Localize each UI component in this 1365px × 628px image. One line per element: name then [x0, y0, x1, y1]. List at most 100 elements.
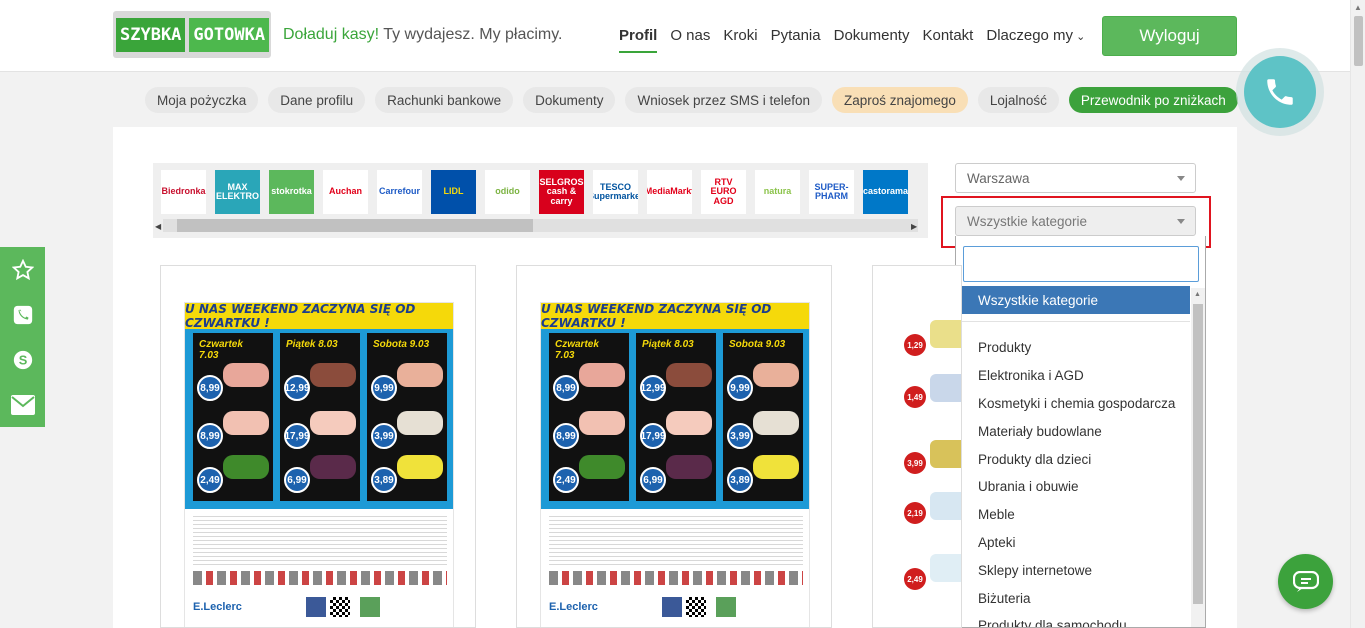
- flyer-day: Sobota 9.03: [373, 339, 430, 350]
- flyer-price: 9,99: [371, 375, 397, 401]
- shop-logo[interactable]: SUPER-PHARM: [809, 170, 854, 214]
- dropdown-scrollbar[interactable]: ▲: [1191, 288, 1205, 627]
- dropdown-option[interactable]: Sklepy internetowe: [978, 556, 1175, 584]
- city-select[interactable]: Warszawa: [955, 163, 1196, 193]
- main-nav: Profil O nas Kroki Pytania Dokumenty Kon…: [619, 27, 1098, 53]
- shop-logo[interactable]: LIDL: [431, 170, 476, 214]
- dropdown-option[interactable]: Apteki: [978, 529, 1175, 557]
- ribs-image: [310, 363, 356, 387]
- flyer-price: 12,99: [640, 375, 666, 401]
- logo[interactable]: SZYBKA GOTOWKA: [113, 11, 271, 58]
- mushrooms-image: [397, 411, 443, 435]
- tagline: Doładuj kasy! Ty wydajesz. My płacimy.: [283, 26, 563, 44]
- dropdown-option[interactable]: Meble: [978, 501, 1175, 529]
- shop-logo[interactable]: Auchan: [323, 170, 368, 214]
- flyer-title: U NAS WEEKEND ZACZYNA SIĘ OD CZWARTKU !: [185, 302, 416, 330]
- shops-scrollbar[interactable]: [163, 219, 918, 232]
- shop-logo-label: Auchan: [328, 186, 362, 197]
- flyer-brand-logos: [549, 571, 803, 585]
- meat-image: [223, 411, 269, 435]
- dropdown-option-selected[interactable]: Wszystkie kategorie: [957, 286, 1190, 314]
- pork-image: [397, 363, 443, 387]
- flyer-price: 2,49: [904, 568, 926, 590]
- shop-logo-label: Biedronka: [161, 186, 206, 197]
- shop-logo[interactable]: Biedronka: [161, 170, 206, 214]
- dropdown-option[interactable]: Materiały budowlane: [978, 417, 1175, 445]
- subnav-dokumenty[interactable]: Dokumenty: [523, 87, 616, 113]
- nav-kroki[interactable]: Kroki: [723, 27, 757, 50]
- favorite-star-icon[interactable]: [0, 247, 45, 292]
- flyer-brand: E.Leclerc: [193, 601, 242, 613]
- page-scrollbar[interactable]: ▲: [1350, 0, 1365, 628]
- logout-button[interactable]: Wyloguj: [1102, 16, 1237, 56]
- shop-logo[interactable]: Carrefour: [377, 170, 422, 214]
- shop-logo[interactable]: stokrotka: [269, 170, 314, 214]
- nav-pytania[interactable]: Pytania: [771, 27, 821, 50]
- dropdown-option[interactable]: Ubrania i obuwie: [978, 473, 1175, 501]
- flyer-price: 9,99: [727, 375, 753, 401]
- email-icon[interactable]: [0, 382, 45, 427]
- grapes-image: [666, 455, 712, 479]
- subnav-lojalnosc[interactable]: Lojalność: [977, 87, 1059, 113]
- shop-logo[interactable]: castorama: [863, 170, 908, 214]
- flyer-day: Czwartek 7.03: [199, 339, 243, 361]
- nav-kontakt[interactable]: Kontakt: [922, 27, 973, 50]
- flyer-price: 3,89: [371, 467, 397, 493]
- dropdown-option[interactable]: Biżuteria: [978, 584, 1175, 612]
- shop-logo-label: LIDL: [443, 186, 464, 197]
- flyer-price: 6,99: [284, 467, 310, 493]
- category-search-input[interactable]: [963, 246, 1199, 282]
- grapes-image: [310, 455, 356, 479]
- shops-scroll-thumb[interactable]: [177, 219, 533, 232]
- subnav-wniosek-sms[interactable]: Wniosek przez SMS i telefon: [625, 87, 823, 113]
- meat-image: [223, 363, 269, 387]
- dropdown-scroll-thumb[interactable]: [1193, 304, 1203, 604]
- shop-logo[interactable]: SELGROS cash & carry: [539, 170, 584, 214]
- category-dropdown: Wszystkie kategorie Produkty Elektronika…: [955, 236, 1206, 628]
- call-button[interactable]: [1236, 48, 1324, 136]
- flyer-price: 2,19: [904, 502, 926, 524]
- subnav-zapros-znajomego[interactable]: Zaproś znajomego: [832, 87, 968, 113]
- flyer-price: 8,99: [197, 423, 223, 449]
- shop-logo[interactable]: TESCO Supermarket: [593, 170, 638, 214]
- dropdown-option[interactable]: Kosmetyki i chemia gospodarcza: [978, 390, 1175, 418]
- page-scroll-thumb[interactable]: [1354, 16, 1363, 66]
- scroll-up-arrow-icon[interactable]: ▲: [1354, 3, 1362, 12]
- flyer-price: 3,99: [727, 423, 753, 449]
- chicken-image: [666, 411, 712, 435]
- skype-icon[interactable]: S: [0, 337, 45, 382]
- shop-logo-label: SUPER-PHARM: [814, 181, 849, 201]
- flyer-price: 6,99: [640, 467, 666, 493]
- dropdown-option[interactable]: Produkty dla dzieci: [978, 445, 1175, 473]
- shop-logo[interactable]: odido: [485, 170, 530, 214]
- scroll-up-arrow-icon[interactable]: ▲: [1194, 291, 1201, 298]
- subnav-moja-pozyczka[interactable]: Moja pożyczka: [145, 87, 259, 113]
- flyer-card[interactable]: 1,29 1,49 3,99 2,19 2,49: [872, 265, 962, 628]
- phone-icon[interactable]: [0, 292, 45, 337]
- flyer-day: Piątek 8.03: [286, 339, 338, 350]
- tagline-text: Ty wydajesz. My płacimy.: [379, 26, 563, 43]
- dropdown-option[interactable]: Elektronika i AGD: [978, 362, 1175, 390]
- nav-dlaczego-my[interactable]: Dlaczego my ⌄: [986, 27, 1085, 50]
- caret-down-icon: [1177, 176, 1185, 181]
- nav-profil[interactable]: Profil: [619, 27, 658, 53]
- nav-o-nas[interactable]: O nas: [670, 27, 710, 50]
- subnav-dane-profilu[interactable]: Dane profilu: [268, 87, 366, 113]
- shop-logo[interactable]: RTV EURO AGD: [701, 170, 746, 214]
- flyer-card[interactable]: U NAS WEEKEND ZACZYNA SIĘ OD CZWARTKU ! …: [516, 265, 832, 628]
- subnav-rachunki-bankowe[interactable]: Rachunki bankowe: [375, 87, 514, 113]
- tagline-highlight: Doładuj kasy!: [283, 26, 380, 43]
- pefc-icon: [715, 597, 736, 617]
- shop-logo[interactable]: MAX ELEKTRO: [215, 170, 260, 214]
- subnav-przewodnik[interactable]: Przewodnik po zniżkach: [1068, 87, 1238, 113]
- chat-button[interactable]: [1278, 554, 1333, 609]
- dropdown-option[interactable]: Produkty: [978, 334, 1175, 362]
- flyer-card[interactable]: U NAS WEEKEND ZACZYNA SIĘ OD CZWARTKU ! …: [160, 265, 476, 628]
- nav-dokumenty[interactable]: Dokumenty: [834, 27, 910, 50]
- shop-logo[interactable]: MediaMarkt: [647, 170, 692, 214]
- dropdown-option[interactable]: Produkty dla samochodu: [978, 612, 1175, 627]
- shop-logo[interactable]: natura: [755, 170, 800, 214]
- scroll-left-arrow-icon[interactable]: ◀: [155, 222, 161, 231]
- logo-part2: GOTOWKA: [189, 17, 270, 52]
- scroll-right-arrow-icon[interactable]: ▶: [911, 222, 917, 231]
